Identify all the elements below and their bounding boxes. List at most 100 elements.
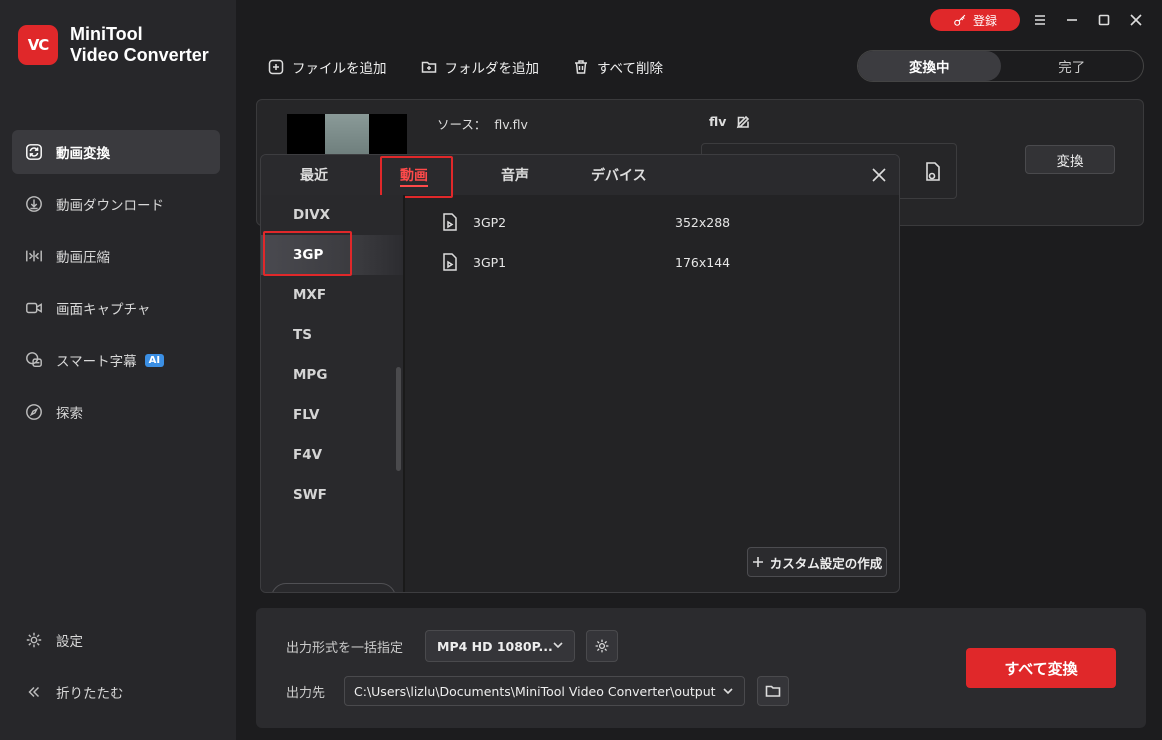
sidebar-item-settings[interactable]: 設定 <box>12 618 220 662</box>
source-filename: flv.flv <box>494 117 528 132</box>
app-name-line1: MiniTool <box>70 24 143 44</box>
login-button[interactable]: 登録 <box>930 9 1020 31</box>
logo-mark: VC <box>18 25 58 65</box>
sidebar-item-collapse[interactable]: 折りたたむ <box>12 670 220 714</box>
format-search-input[interactable]: 検索 <box>271 583 396 593</box>
camera-icon <box>24 298 44 318</box>
collapse-icon <box>24 682 44 702</box>
output-path-value: C:\Users\lizlu\Documents\MiniTool Video … <box>354 683 716 699</box>
preset-item[interactable]: 3GP2 352x288 <box>441 202 881 242</box>
delete-all-button[interactable]: すべて削除 <box>573 56 663 78</box>
sidebar-item-label: 折りたたむ <box>56 686 124 702</box>
output-bar: 出力形式を一括指定 MP4 HD 1080P... 出力先 C:\Users\l… <box>256 608 1146 728</box>
video-file-icon <box>443 253 457 271</box>
tab-video[interactable]: 動画 <box>400 155 428 195</box>
search-placeholder: 検索 <box>300 590 324 593</box>
login-label: 登録 <box>972 13 997 28</box>
minimize-icon <box>1067 19 1077 21</box>
create-custom-button[interactable]: カスタム設定の作成 <box>747 547 887 577</box>
tab-done[interactable]: 完了 <box>1001 51 1144 81</box>
format-tabs: 最近 動画 音声 デバイス <box>261 155 899 198</box>
add-file-icon <box>268 59 284 75</box>
format-item-mpg[interactable]: MPG <box>261 355 403 395</box>
sidebar-item-video-compress[interactable]: 動画圧縮 <box>12 234 220 278</box>
key-icon <box>954 14 966 26</box>
sidebar-item-smart-subtitle[interactable]: スマート字幕 AI <box>12 338 220 382</box>
sidebar-item-explore[interactable]: 探索 <box>12 390 220 434</box>
toolbar: ファイルを追加 フォルダを追加 すべて削除 <box>268 56 663 78</box>
close-icon <box>1130 14 1142 26</box>
gear-icon <box>24 630 44 650</box>
format-item-divx[interactable]: DIVX <box>261 195 403 235</box>
close-icon <box>872 168 886 182</box>
preset-name: 3GP1 <box>473 254 507 270</box>
add-file-label: ファイルを追加 <box>292 61 387 77</box>
preset-item[interactable]: 3GP1 176x144 <box>441 242 881 282</box>
sidebar: VC MiniTool Video Converter 動画変換 動画ダウンロー… <box>0 0 236 740</box>
format-item-f4v[interactable]: F4V <box>261 435 403 475</box>
sidebar-item-label: スマート字幕 <box>56 354 137 370</box>
maximize-button[interactable] <box>1094 10 1114 30</box>
delete-all-label: すべて削除 <box>597 61 664 77</box>
format-item-mxf[interactable]: MXF <box>261 275 403 315</box>
format-list-scrollbar[interactable] <box>396 367 401 471</box>
minimize-button[interactable] <box>1062 10 1082 30</box>
format-item-3gp[interactable]: 3GP <box>261 235 403 275</box>
output-path-label: 出力先 <box>286 686 326 701</box>
tab-audio[interactable]: 音声 <box>501 155 529 195</box>
tab-recent[interactable]: 最近 <box>300 155 328 195</box>
app-name-line2: Video Converter <box>70 45 209 65</box>
preset-resolution: 176x144 <box>675 254 731 270</box>
convert-button[interactable]: 変換 <box>1025 145 1115 174</box>
close-window-button[interactable] <box>1126 10 1146 30</box>
format-settings-icon[interactable] <box>924 162 942 182</box>
convert-all-button[interactable]: すべて変換 <box>966 648 1116 688</box>
output-format-select[interactable]: MP4 HD 1080P... <box>425 630 575 662</box>
add-folder-button[interactable]: フォルダを追加 <box>421 56 540 78</box>
sidebar-item-label: 動画ダウンロード <box>56 198 164 214</box>
output-format-label: 出力形式を一括指定 <box>286 641 404 656</box>
open-folder-button[interactable] <box>757 676 789 706</box>
format-item-flv[interactable]: FLV <box>261 395 403 435</box>
sidebar-item-label: 動画圧縮 <box>56 250 110 266</box>
sidebar-item-screen-capture[interactable]: 画面キャプチャ <box>12 286 220 330</box>
format-item-swf[interactable]: SWF <box>261 475 403 515</box>
format-popup: 最近 動画 音声 デバイス DIVX 3GP MXF TS MPG FLV F4… <box>260 154 900 593</box>
popup-close-button[interactable] <box>867 163 891 187</box>
format-item-ts[interactable]: TS <box>261 315 403 355</box>
plus-icon <box>752 557 763 567</box>
subtitle-icon <box>24 350 44 370</box>
add-folder-label: フォルダを追加 <box>444 61 540 77</box>
add-folder-icon <box>421 61 436 73</box>
output-format-value: MP4 HD 1080P... <box>437 638 553 654</box>
sidebar-item-video-download[interactable]: 動画ダウンロード <box>12 182 220 226</box>
edit-icon[interactable] <box>736 115 750 129</box>
sidebar-item-label: 設定 <box>56 634 83 650</box>
status-segmented-control: 変換中 完了 <box>857 50 1144 82</box>
sidebar-nav: 動画変換 動画ダウンロード 動画圧縮 画面キャプチャ スマート字幕 AI 探索 <box>12 130 220 442</box>
video-file-icon <box>443 213 457 231</box>
menu-button[interactable] <box>1030 10 1050 30</box>
maximize-icon <box>1098 14 1110 26</box>
sidebar-item-video-convert[interactable]: 動画変換 <box>12 130 220 174</box>
chevron-down-icon <box>553 642 563 649</box>
gear-icon <box>595 639 609 653</box>
tab-device[interactable]: デバイス <box>591 155 647 195</box>
tab-converting[interactable]: 変換中 <box>858 51 1001 81</box>
trash-icon <box>575 60 587 74</box>
output-settings-button[interactable] <box>586 630 618 662</box>
folder-icon <box>765 685 781 697</box>
sidebar-item-label: 探索 <box>56 406 83 422</box>
preset-resolution: 352x288 <box>675 214 731 230</box>
create-custom-label: カスタム設定の作成 <box>769 555 883 571</box>
compass-icon <box>24 402 44 422</box>
sidebar-item-label: 動画変換 <box>56 146 110 162</box>
source-info: ソース： flv.flv <box>437 114 528 133</box>
add-file-button[interactable]: ファイルを追加 <box>268 56 387 78</box>
format-list: DIVX 3GP MXF TS MPG FLV F4V SWF 検索 <box>261 195 405 593</box>
download-icon <box>24 194 44 214</box>
sidebar-bottom: 設定 折りたたむ <box>12 618 220 722</box>
source-label: ソース： <box>437 117 487 132</box>
target-info: flv <box>709 114 750 129</box>
output-path-select[interactable]: C:\Users\lizlu\Documents\MiniTool Video … <box>344 676 745 706</box>
